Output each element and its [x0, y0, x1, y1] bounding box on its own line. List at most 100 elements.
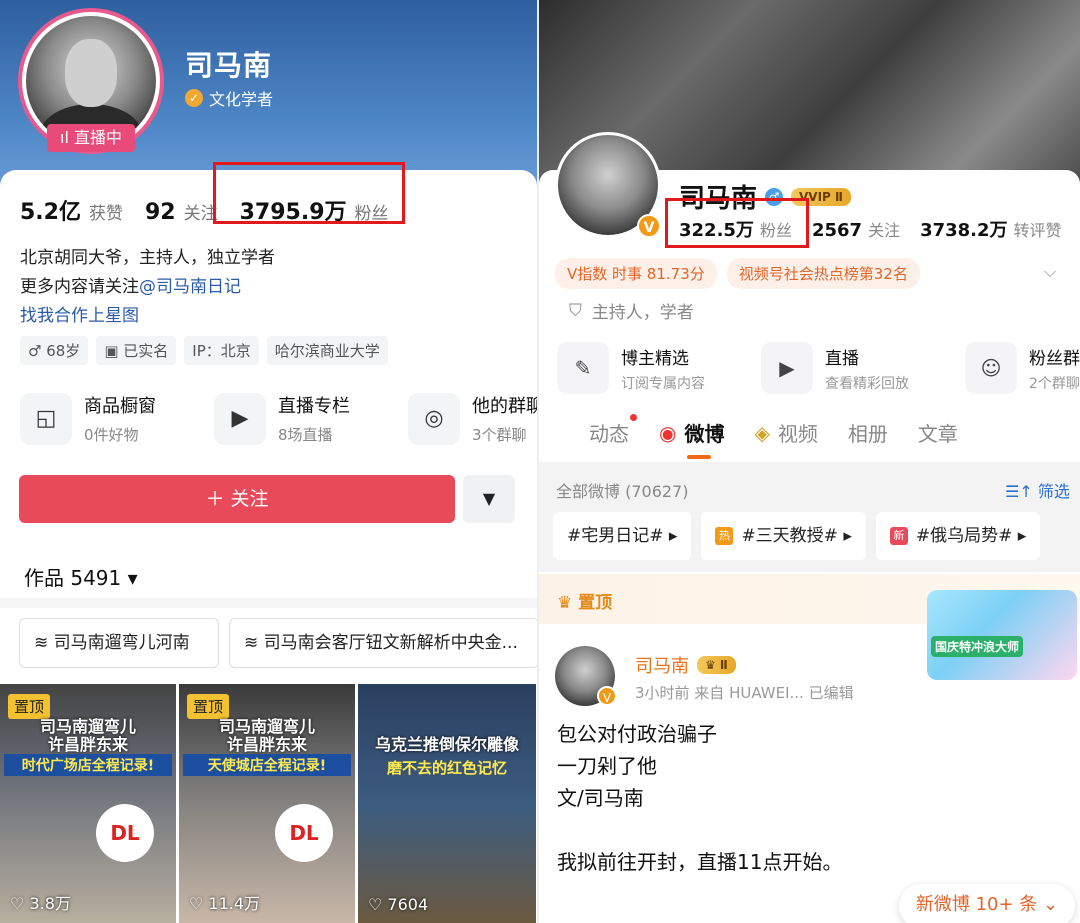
- topic-text: #俄乌局势# ▸: [915, 526, 1027, 546]
- video-thumbnail[interactable]: 置顶 司马南遛弯儿 许昌胖东来 时代广场店全程记录! DL ♡ 3.8万: [0, 684, 176, 923]
- tool-shop-window[interactable]: ◱ 商品橱窗 0件好物: [20, 392, 190, 445]
- tool-subtitle: 8场直播: [278, 426, 333, 444]
- cooperation-link[interactable]: 找我合作上星图: [20, 302, 275, 331]
- video-subtitle: 磨不去的红色记忆: [386, 759, 507, 777]
- tab-album[interactable]: 相册: [848, 418, 888, 447]
- tool-subtitle: 0件好物: [84, 426, 139, 444]
- topic-chip[interactable]: #宅男日记# ▸: [553, 512, 692, 560]
- follow-button[interactable]: ＋ 关注: [19, 475, 455, 523]
- video-thumbnail[interactable]: 乌克兰推倒保尔雕像 磨不去的红色记忆 ♡ 7604: [358, 684, 536, 923]
- tool-title: 粉丝群: [1029, 348, 1080, 369]
- reposts-label: 转评赞: [1013, 221, 1062, 240]
- topic-chip[interactable]: 新 #俄乌局势# ▸: [875, 512, 1041, 560]
- tool-subtitle: 订阅专属内容: [621, 375, 705, 392]
- tab-video[interactable]: ◈ 视频: [754, 418, 817, 447]
- section-divider: [0, 598, 537, 608]
- tool-subtitle: 2个群聊: [1029, 375, 1080, 392]
- new-posts-button[interactable]: 新微博 10+ 条 ⌄: [899, 884, 1075, 923]
- festival-banner[interactable]: [927, 590, 1077, 680]
- tab-weibo[interactable]: ◉ 微博: [659, 418, 725, 459]
- fans-highlight-box: [213, 162, 405, 224]
- school-tag[interactable]: 哈尔滨商业大学: [266, 336, 388, 365]
- post-author[interactable]: 司马南: [635, 652, 689, 678]
- weibo-icon: ◉: [659, 420, 677, 445]
- group-icon: ☺: [965, 342, 1017, 394]
- video-likes: ♡ 7604: [368, 895, 429, 914]
- tab-label: 文章: [917, 422, 958, 446]
- topic-text: #三天教授# ▸: [741, 526, 852, 546]
- following-count[interactable]: 92: [145, 200, 176, 225]
- chevron-down-icon[interactable]: ⌵: [1044, 262, 1056, 282]
- tool-live-column[interactable]: ▶ 直播专栏 8场直播: [214, 392, 384, 445]
- tool-group-chat[interactable]: ◎ 他的群聊 3个群聊: [408, 392, 537, 445]
- tool-live[interactable]: ▶ 直播查看精彩回放: [761, 342, 943, 394]
- avatar-face: [65, 39, 117, 107]
- weibo-profile-panel: V 司马南 ♂ VVIP Ⅱ 322.5万 粉丝 2567 关注 3738.2万…: [539, 0, 1080, 923]
- shield-icon: ⛉: [569, 300, 582, 321]
- tool-title: 直播专栏: [278, 396, 350, 417]
- video-title: 司马南遛弯儿 许昌胖东来: [39, 717, 136, 754]
- profile-tools: ✎ 博主精选订阅专属内容 ▶ 直播查看精彩回放 ☺ 粉丝群 2个群聊: [557, 342, 1080, 394]
- likes-count: 5.2亿: [20, 200, 81, 225]
- tab-label: 视频: [777, 422, 818, 446]
- post-line: 一刀剁了他: [557, 754, 657, 778]
- live-badge[interactable]: ıl 直播中: [47, 124, 135, 152]
- post-meta: 3小时前 来自 HUAWEI... 已编辑: [635, 684, 854, 702]
- tool-blogger-picks[interactable]: ✎ 博主精选订阅专属内容: [557, 342, 739, 394]
- verified-check-icon: ✓: [185, 89, 203, 107]
- video-subtitle: 时代广场店全程记录!: [4, 754, 172, 776]
- video-likes: ♡ 11.4万: [189, 894, 261, 913]
- topic-chip[interactable]: 热 #三天教授# ▸: [701, 512, 866, 560]
- post-body: 包公对付政治骗子 一刀剁了他 文/司马南 我拟前往开封，直播11点开始。: [557, 718, 842, 878]
- mention-link[interactable]: @司马南日记: [139, 277, 241, 297]
- bio-line-2-prefix: 更多内容请关注: [20, 277, 139, 297]
- tab-articles[interactable]: 文章: [918, 418, 958, 447]
- age-tag: ♂ 68岁: [20, 336, 89, 365]
- desc-text: 主持人，学者: [591, 303, 694, 323]
- screenshot-root: ıl 直播中 司马南 ✓ 文化学者 5.2亿 获赞 92 关注 3795.9万 …: [0, 0, 1080, 923]
- fans-highlight-box: [665, 198, 809, 248]
- tab-dynamics[interactable]: 动态: [589, 414, 637, 447]
- works-tab[interactable]: 作品 5491 ▾: [24, 562, 138, 591]
- profile-tools: ◱ 商品橱窗 0件好物 ▶ 直播专栏 8场直播 ◎ 他的群聊 3个群聊: [20, 392, 537, 445]
- tool-subtitle: 3个群聊: [472, 426, 527, 444]
- post-line: 我拟前往开封，直播11点开始。: [557, 850, 843, 874]
- video-subtitle: 天使城店全程记录!: [183, 754, 351, 776]
- edit-icon: ✎: [557, 342, 609, 394]
- reposts-count: 3738.2万: [920, 220, 1008, 241]
- tool-fan-group[interactable]: ☺ 粉丝群 2个群聊: [965, 342, 1080, 394]
- dl-logo: DL: [96, 804, 154, 862]
- post-line: [557, 814, 842, 846]
- more-dropdown-button[interactable]: ▼: [463, 475, 515, 523]
- festival-label: 国庆特冲浪大师: [931, 636, 1024, 657]
- rank-chip[interactable]: 视频号社会热点榜第32名: [726, 258, 920, 289]
- collection-chip[interactable]: ≋ 司马南遛弯儿河南: [19, 618, 219, 668]
- profile-tags: ♂ 68岁 ▣ 已实名 IP：北京 哈尔滨商业大学: [20, 336, 388, 365]
- v-index-chip[interactable]: V指数 时事 81.73分: [555, 258, 717, 289]
- pinned-badge: 置顶: [187, 694, 230, 719]
- pinned-badge: 置顶: [8, 694, 51, 719]
- profile-bio: 北京胡同大爷，主持人，独立学者 更多内容请关注@司马南日记 找我合作上星图: [20, 244, 275, 331]
- verified-title: ✓ 文化学者: [185, 86, 273, 110]
- collection-chip[interactable]: ≋ 司马南会客厅钮文新解析中央金...: [229, 618, 537, 668]
- all-posts-count[interactable]: 全部微博 (70627): [556, 478, 688, 502]
- video-thumbnail[interactable]: 置顶 司马南遛弯儿 许昌胖东来 天使城店全程记录! DL ♡ 11.4万: [179, 684, 355, 923]
- tab-label: 微博: [684, 422, 725, 446]
- tool-subtitle: 查看精彩回放: [825, 375, 909, 392]
- profile-name: 司马南: [185, 49, 273, 82]
- tool-title: 博主精选: [621, 348, 689, 369]
- tv-icon: ▶: [761, 342, 813, 394]
- tool-title: 直播: [825, 348, 859, 369]
- video-title: 司马南遛弯儿 许昌胖东来: [218, 717, 315, 754]
- likes-label: 获赞: [88, 204, 123, 224]
- filter-button[interactable]: ☰↑ 筛选: [1005, 478, 1070, 502]
- douyin-profile-panel: ıl 直播中 司马南 ✓ 文化学者 5.2亿 获赞 92 关注 3795.9万 …: [0, 0, 537, 923]
- chat-icon: ◎: [408, 392, 460, 445]
- profile-tabs: 动态 ◉ 微博 ◈ 视频 相册 文章: [589, 414, 958, 459]
- tool-title: 商品橱窗: [84, 396, 156, 417]
- following-count[interactable]: 2567: [812, 220, 862, 241]
- tool-title: 他的群聊: [472, 396, 537, 417]
- collection-chips: ≋ 司马南遛弯儿河南 ≋ 司马南会客厅钮文新解析中央金...: [19, 618, 537, 668]
- following-label[interactable]: 关注: [868, 217, 900, 241]
- pinned-label: ♛ 置顶: [557, 593, 613, 613]
